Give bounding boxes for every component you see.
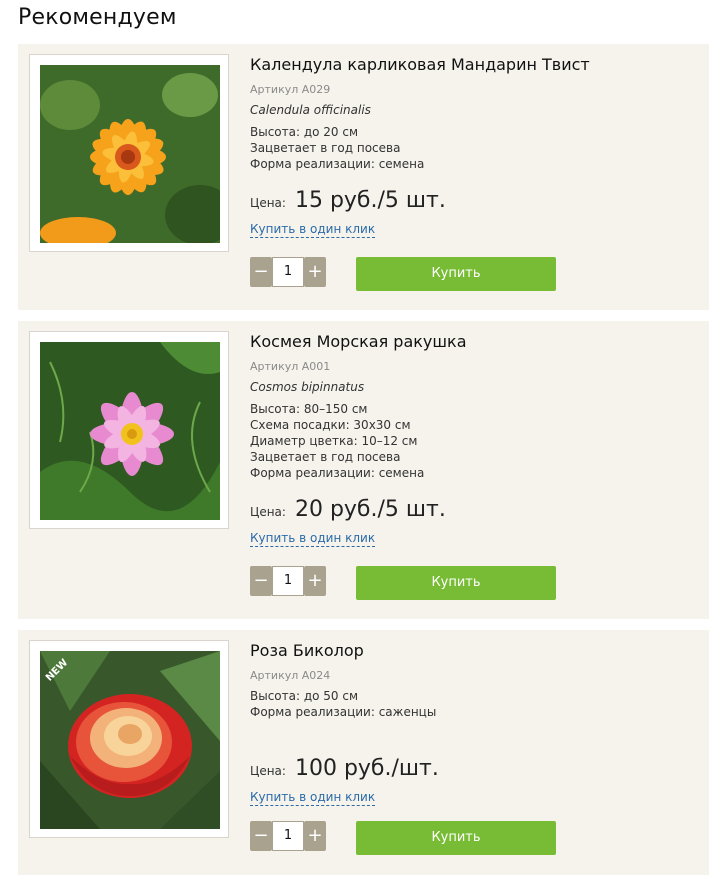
product-image-frame[interactable]: NEW [29,640,229,838]
section-title: Рекомендуем [18,5,177,30]
new-badge: NEW [40,651,100,711]
product-info: Космея Морская ракушка Артикул А001 Cosm… [250,331,690,547]
qty-decrease-button[interactable]: − [250,257,272,287]
product-card: Календула карликовая Мандарин Твист Арти… [18,44,709,310]
price-label: Цена: [250,505,286,519]
product-price: Цена: 20 руб./5 шт. [250,495,690,527]
qty-increase-button[interactable]: + [304,257,326,287]
product-sku: Артикул А001 [250,360,331,373]
qty-input[interactable]: 1 [272,257,304,287]
product-latin-name: Calendula officinalis [250,103,371,117]
product-image-frame[interactable] [29,54,229,252]
qty-decrease-button[interactable]: − [250,821,272,851]
qty-input[interactable]: 1 [272,821,304,851]
product-image-frame[interactable] [29,331,229,529]
product-attribute: Форма реализации: семена [250,466,425,480]
qty-increase-button[interactable]: + [304,566,326,596]
price-value: 20 руб./5 шт. [294,497,446,522]
price-value: 15 руб./5 шт. [294,188,446,213]
product-attribute: Диаметр цветка: 10–12 см [250,434,418,448]
quantity-stepper: − 1 + [250,821,328,853]
product-name[interactable]: Календула карликовая Мандарин Твист [250,54,690,76]
cosmos-photo-icon [40,342,220,520]
product-card: Космея Морская ракушка Артикул А001 Cosm… [18,321,709,619]
calendula-photo-icon [40,65,220,243]
product-attribute: Зацветает в год посева [250,141,401,155]
product-card: NEW Роза Биколор Артикул А024 Высота: до… [18,630,709,875]
buy-button[interactable]: Купить [356,257,556,291]
product-name[interactable]: Роза Биколор [250,640,690,662]
product-attribute: Зацветает в год посева [250,450,401,464]
product-sku: Артикул А024 [250,669,331,682]
buy-button[interactable]: Купить [356,821,556,855]
product-attribute: Форма реализации: саженцы [250,705,437,719]
product-info: Календула карликовая Мандарин Твист Арти… [250,54,690,238]
product-price: Цена: 100 руб./шт. [250,754,690,786]
qty-input[interactable]: 1 [272,566,304,596]
product-name[interactable]: Космея Морская ракушка [250,331,690,353]
recommended-page: Рекомендуем Календула карликовая Мандари… [0,0,717,890]
one-click-buy-link[interactable]: Купить в один клик [250,790,376,806]
price-value: 100 руб./шт. [294,756,439,781]
product-price: Цена: 15 руб./5 шт. [250,186,690,218]
price-label: Цена: [250,764,286,778]
price-label: Цена: [250,196,286,210]
product-attribute: Схема посадки: 30х30 см [250,418,411,432]
one-click-buy-link[interactable]: Купить в один клик [250,222,376,238]
qty-increase-button[interactable]: + [304,821,326,851]
product-latin-name: Cosmos bipinnatus [250,380,365,394]
product-attribute: Высота: до 50 см [250,689,359,703]
qty-decrease-button[interactable]: − [250,566,272,596]
product-info: Роза Биколор Артикул А024 Высота: до 50 … [250,640,690,806]
quantity-stepper: − 1 + [250,257,328,289]
product-attribute: Форма реализации: семена [250,157,425,171]
one-click-buy-link[interactable]: Купить в один клик [250,531,376,547]
product-attribute: Высота: 80–150 см [250,402,368,416]
product-attribute: Высота: до 20 см [250,125,359,139]
buy-button[interactable]: Купить [356,566,556,600]
quantity-stepper: − 1 + [250,566,328,598]
product-sku: Артикул А029 [250,83,331,96]
